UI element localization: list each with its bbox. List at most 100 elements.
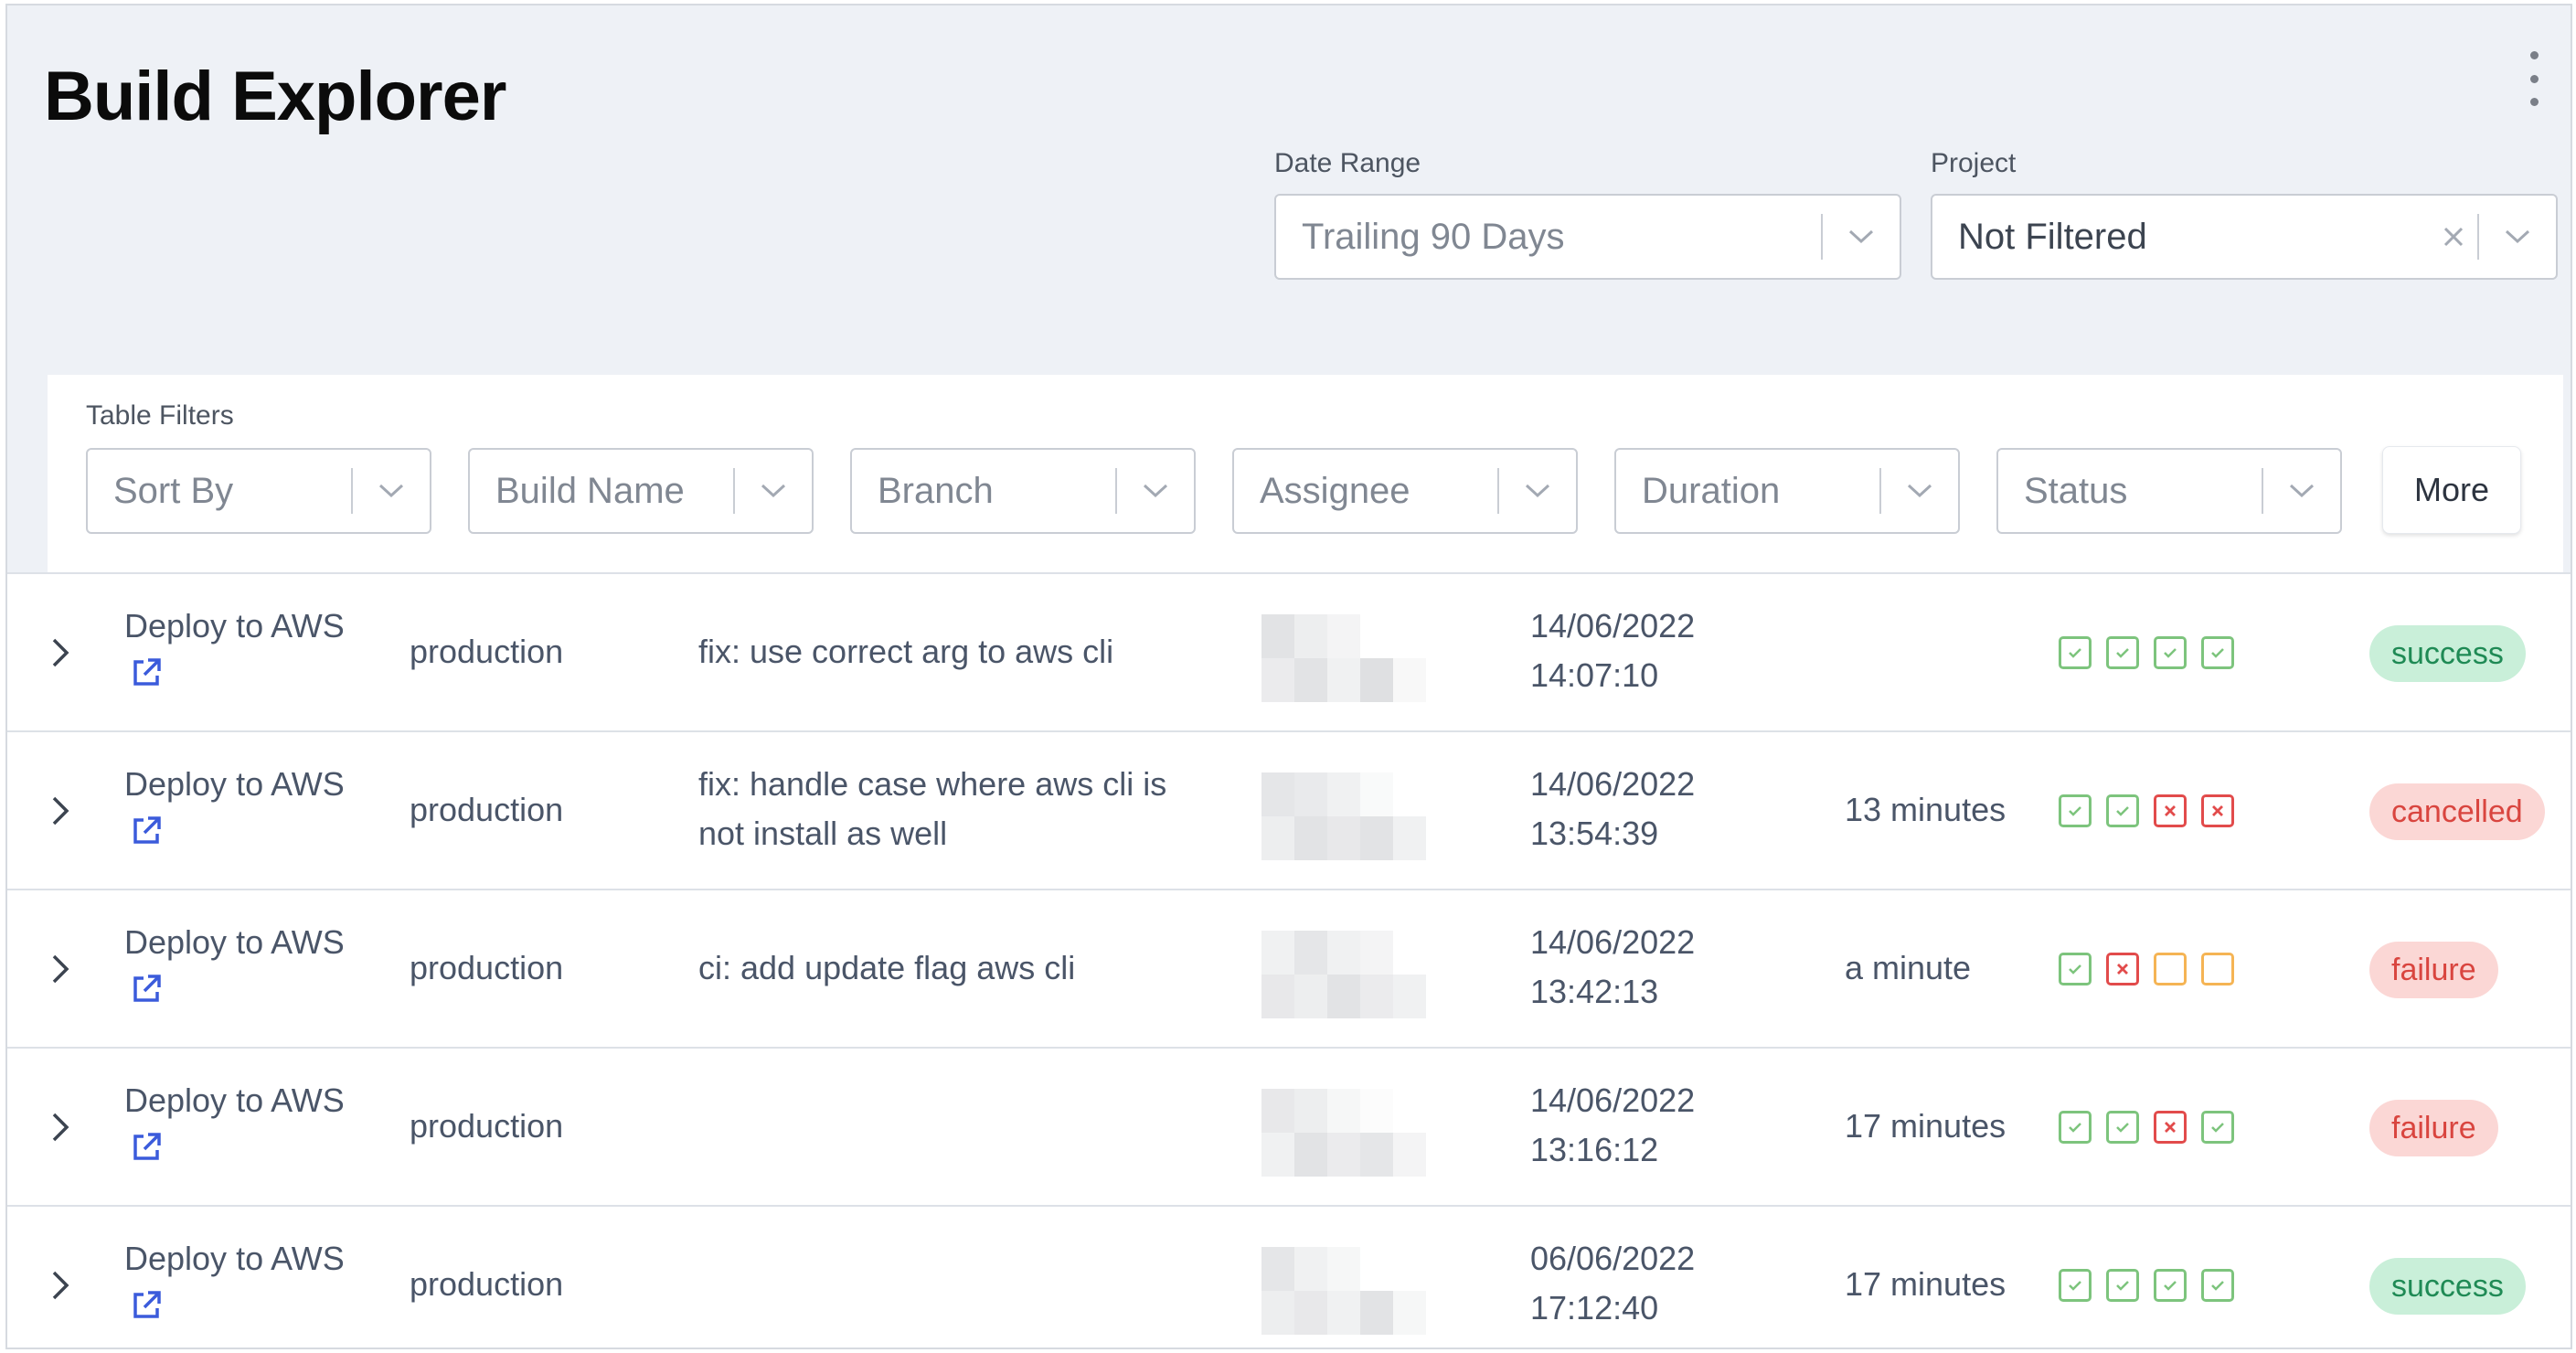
duration-filter-select[interactable]: Duration xyxy=(1614,448,1960,534)
sort-by-filter-placeholder: Sort By xyxy=(113,470,234,511)
step-failed-icon[interactable] xyxy=(2154,1111,2187,1144)
date-range-select[interactable]: Trailing 90 Days xyxy=(1274,194,1901,280)
chevron-down-icon[interactable] xyxy=(735,450,812,532)
step-failed-icon[interactable] xyxy=(2106,953,2139,985)
build-name-filter-select[interactable]: Build Name xyxy=(468,448,814,534)
avatar xyxy=(1261,1247,1426,1335)
step-pending-icon[interactable] xyxy=(2154,953,2187,985)
page-title: Build Explorer xyxy=(44,58,506,135)
chevron-down-icon[interactable] xyxy=(353,450,430,532)
step-success-icon[interactable] xyxy=(2201,1269,2234,1302)
branch-name: production xyxy=(410,1265,564,1303)
branch-name: production xyxy=(410,1107,564,1145)
build-datetime: 14/06/2022 14:07:10 xyxy=(1530,602,1695,700)
external-link-icon[interactable] xyxy=(130,1289,163,1322)
chevron-right-icon[interactable] xyxy=(44,1258,77,1313)
chevron-down-icon[interactable] xyxy=(2479,196,2556,278)
project-value: Not Filtered xyxy=(1958,216,2147,257)
table-row[interactable]: Deploy to AWS production 06/06/2022 17:12:4… xyxy=(7,1205,2571,1348)
chevron-right-icon[interactable] xyxy=(44,625,77,680)
chevron-right-icon[interactable] xyxy=(44,1100,77,1155)
avatar xyxy=(1261,1089,1426,1177)
table-row[interactable]: Deploy to AWS production fix: handle case … xyxy=(7,730,2571,889)
external-link-icon[interactable] xyxy=(130,815,163,847)
build-time: 17:12:40 xyxy=(1530,1289,1659,1326)
build-name: Deploy to AWS xyxy=(124,1081,345,1119)
status-filter-select[interactable]: Status xyxy=(1996,448,2342,534)
step-success-icon[interactable] xyxy=(2106,1111,2139,1144)
branch-name: production xyxy=(410,633,564,670)
more-filters-button[interactable]: More xyxy=(2382,446,2521,534)
chevron-down-icon[interactable] xyxy=(1881,450,1958,532)
step-failed-icon[interactable] xyxy=(2201,794,2234,827)
step-status-icons xyxy=(2059,1269,2234,1302)
sort-by-filter-select[interactable]: Sort By xyxy=(86,448,431,534)
step-success-icon[interactable] xyxy=(2059,953,2092,985)
step-success-icon[interactable] xyxy=(2059,1111,2092,1144)
build-date: 14/06/2022 xyxy=(1530,923,1696,961)
chevron-down-icon[interactable] xyxy=(1823,196,1900,278)
step-success-icon[interactable] xyxy=(2201,1111,2234,1144)
step-success-icon[interactable] xyxy=(2106,794,2139,827)
status-badge: success xyxy=(2369,1258,2526,1315)
assignee-filter-placeholder: Assignee xyxy=(1260,470,1410,511)
step-success-icon[interactable] xyxy=(2059,636,2092,669)
build-date: 14/06/2022 xyxy=(1530,607,1696,645)
duration-filter-placeholder: Duration xyxy=(1642,470,1781,511)
status-badge: failure xyxy=(2369,942,2498,998)
date-range-label: Date Range xyxy=(1274,148,1421,178)
build-duration: 17 minutes xyxy=(1845,1265,2007,1303)
step-success-icon[interactable] xyxy=(2106,636,2139,669)
external-link-icon[interactable] xyxy=(130,973,163,1006)
chevron-down-icon[interactable] xyxy=(1499,450,1576,532)
builds-table: Deploy to AWS production fix: use correct … xyxy=(7,572,2571,1348)
avatar xyxy=(1261,931,1426,1018)
step-success-icon[interactable] xyxy=(2154,1269,2187,1302)
build-time: 13:54:39 xyxy=(1530,815,1659,852)
build-name: Deploy to AWS xyxy=(124,1240,345,1277)
build-time: 14:07:10 xyxy=(1530,656,1659,694)
chevron-down-icon[interactable] xyxy=(2263,450,2340,532)
branch-name: production xyxy=(410,791,564,828)
commit-message: fix: use correct arg to aws cli xyxy=(698,633,1114,670)
step-success-icon[interactable] xyxy=(2059,1269,2092,1302)
table-row[interactable]: Deploy to AWS production fix: use correct … xyxy=(7,572,2571,730)
assignee-filter-select[interactable]: Assignee xyxy=(1232,448,1578,534)
external-link-icon[interactable] xyxy=(130,1131,163,1164)
table-filters-panel: Table Filters Sort By Build Name Branch Ass… xyxy=(48,375,2563,574)
branch-filter-select[interactable]: Branch xyxy=(850,448,1196,534)
step-pending-icon[interactable] xyxy=(2201,953,2234,985)
step-success-icon[interactable] xyxy=(2106,1269,2139,1302)
build-datetime: 14/06/2022 13:42:13 xyxy=(1530,918,1695,1017)
status-badge: failure xyxy=(2369,1100,2498,1156)
step-status-icons xyxy=(2059,953,2234,985)
commit-message: fix: handle case where aws cli is not in… xyxy=(698,765,1167,852)
step-status-icons xyxy=(2059,636,2234,669)
chevron-down-icon[interactable] xyxy=(1117,450,1194,532)
table-row[interactable]: Deploy to AWS production 14/06/2022 13:16:1… xyxy=(7,1047,2571,1205)
status-badge: success xyxy=(2369,625,2526,682)
build-name: Deploy to AWS xyxy=(124,923,345,961)
close-icon[interactable] xyxy=(2430,196,2477,278)
external-link-icon[interactable] xyxy=(130,656,163,689)
commit-message: ci: add update flag aws cli xyxy=(698,949,1076,986)
step-success-icon[interactable] xyxy=(2059,794,2092,827)
project-select[interactable]: Not Filtered xyxy=(1931,194,2558,280)
avatar xyxy=(1261,614,1426,702)
step-failed-icon[interactable] xyxy=(2154,794,2187,827)
branch-filter-placeholder: Branch xyxy=(878,470,994,511)
table-filters-label: Table Filters xyxy=(86,400,234,431)
chevron-right-icon[interactable] xyxy=(44,783,77,838)
step-success-icon[interactable] xyxy=(2201,636,2234,669)
chevron-right-icon[interactable] xyxy=(44,942,77,996)
step-success-icon[interactable] xyxy=(2154,636,2187,669)
table-row[interactable]: Deploy to AWS production ci: add update fl… xyxy=(7,889,2571,1047)
step-status-icons xyxy=(2059,1111,2234,1144)
status-badge: cancelled xyxy=(2369,783,2545,840)
kebab-menu-icon[interactable] xyxy=(2523,51,2545,106)
project-label: Project xyxy=(1931,148,2017,178)
step-status-icons xyxy=(2059,794,2234,827)
date-range-value: Trailing 90 Days xyxy=(1302,216,1565,257)
build-datetime: 14/06/2022 13:16:12 xyxy=(1530,1076,1695,1175)
build-explorer-window: Build Explorer Date Range Trailing 90 Da… xyxy=(5,4,2572,1349)
